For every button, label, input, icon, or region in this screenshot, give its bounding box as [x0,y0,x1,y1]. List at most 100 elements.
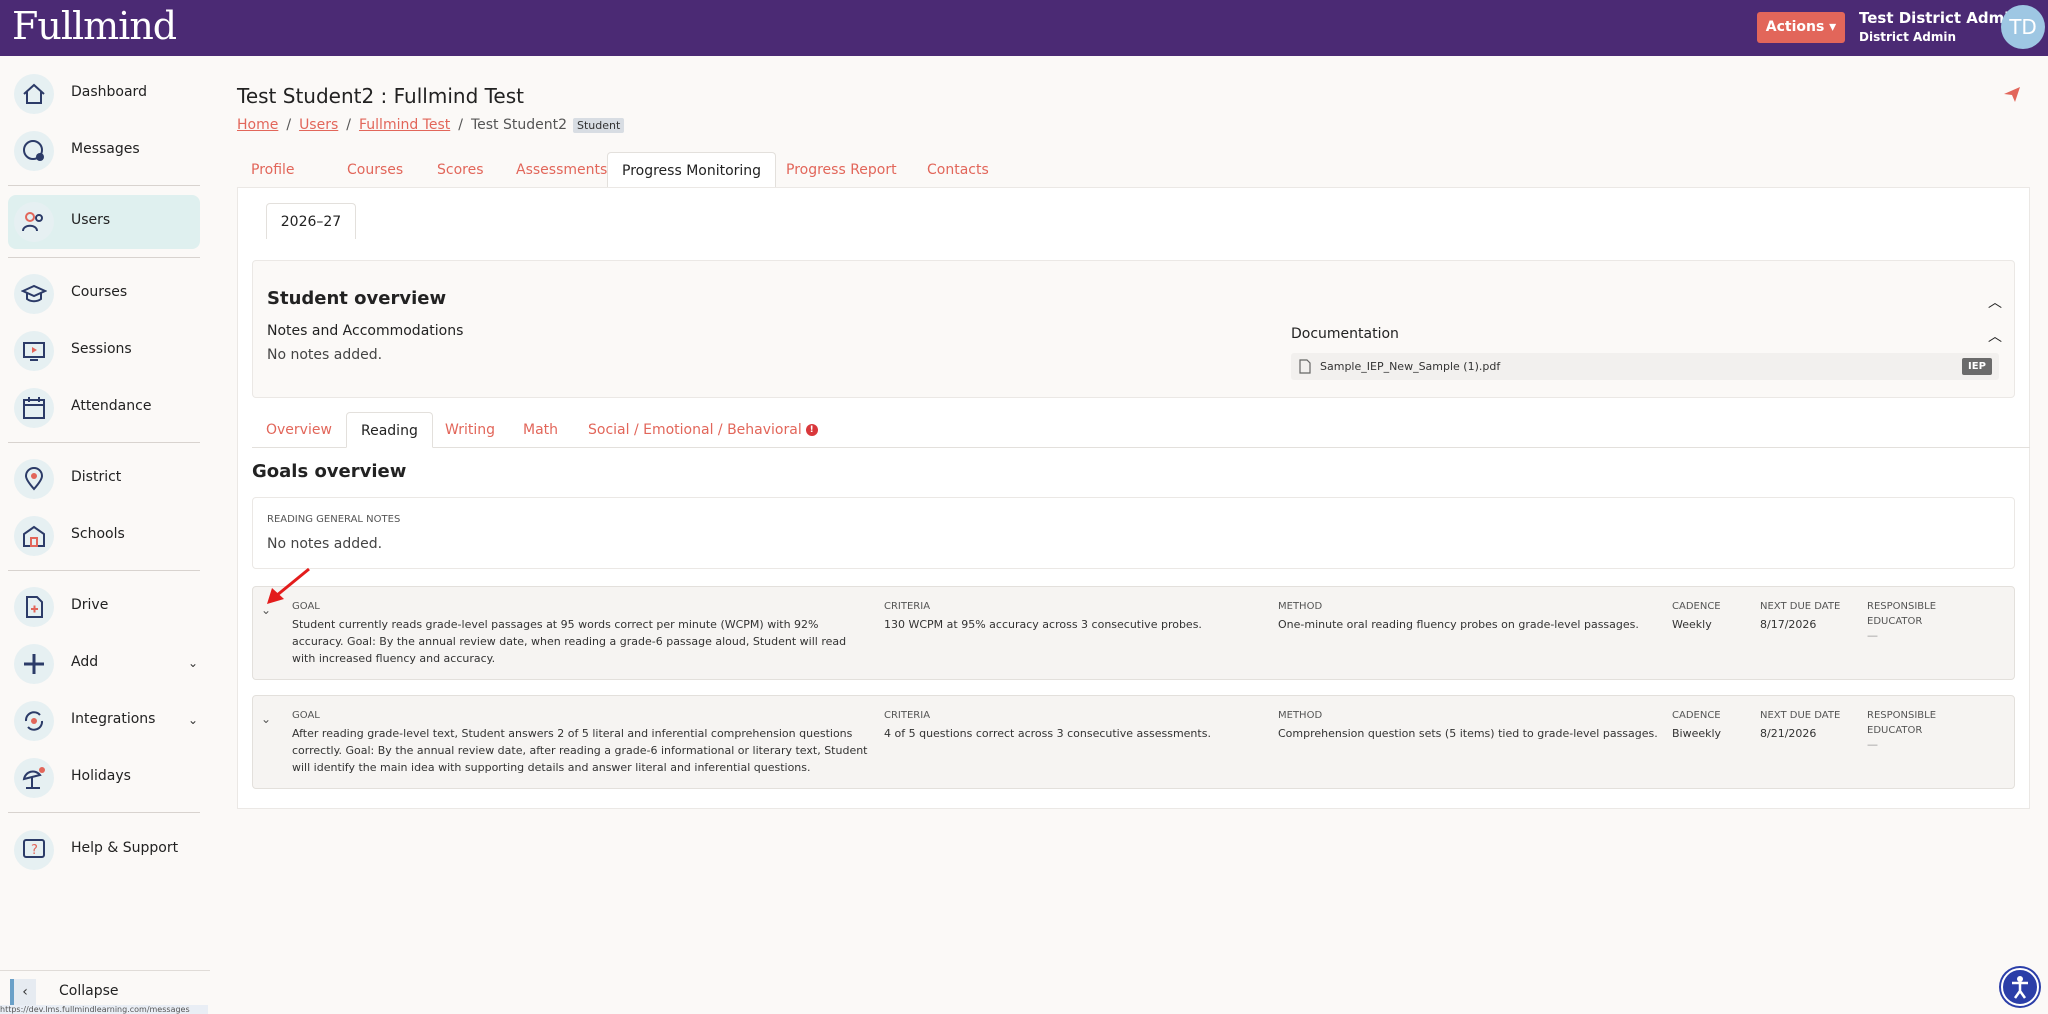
top-bar: Fullmind Actions ▾ Test District Admin D… [0,0,2048,56]
avatar[interactable]: TD [2001,5,2045,49]
cadence-value: Biweekly [1672,727,1722,740]
red-arrow-annotation [264,566,314,612]
drive-icon [14,587,54,627]
next-due-header: NEXT DUE DATE [1760,601,1841,612]
tab-label: Social / Emotional / Behavioral [588,422,802,438]
sidebar-item-courses[interactable]: Courses [8,267,200,321]
criteria-header: CRITERIA [884,601,931,612]
sidebar-item-sessions[interactable]: Sessions [8,324,200,378]
chevron-down-icon[interactable]: ⌄ [188,656,198,670]
next-due-value: 8/17/2026 [1760,618,1817,631]
sidebar-item-label: Schools [71,526,125,542]
sidebar-item-messages[interactable]: Messages [8,124,200,178]
sidebar-item-schools[interactable]: Schools [8,509,200,563]
courses-icon [14,274,54,314]
location-icon [14,459,54,499]
chevron-up-icon[interactable]: ︿ [1988,326,2002,346]
home-icon [14,74,54,114]
method-text: One-minute oral reading fluency probes o… [1278,618,1639,631]
cadence-value: Weekly [1672,618,1712,631]
sidebar-item-label: Messages [71,141,140,157]
accessibility-icon[interactable] [2001,968,2039,1006]
sidebar-item-label: Help & Support [71,840,179,856]
method-header: METHOD [1278,710,1323,721]
page-title: Test Student2 : Fullmind Test [237,84,525,108]
sidebar-divider [8,570,200,571]
method-header: METHOD [1278,601,1323,612]
student-overview-title: Student overview [267,288,447,309]
tab-overview[interactable]: Overview [252,412,346,448]
fullmind-logo[interactable]: Fullmind [12,4,177,48]
criteria-text: 130 WCPM at 95% accuracy across 3 consec… [884,618,1202,631]
sidebar-divider [8,185,200,186]
messages-icon [14,131,54,171]
sidebar-item-integrations[interactable]: Integrations ⌄ [8,694,200,748]
general-notes-label: READING GENERAL NOTES [267,514,401,525]
sidebar-item-holidays[interactable]: Holidays [8,751,200,805]
chevron-down-icon[interactable]: ⌄ [188,713,198,727]
sidebar-item-label: Dashboard [71,84,147,100]
tab-reading[interactable]: Reading [346,412,433,448]
method-text: Comprehension question sets (5 items) ti… [1278,727,1658,740]
collapse-label: Collapse [59,983,119,999]
tab-social-emotional-behavioral[interactable]: Social / Emotional / Behavioral! [574,412,832,448]
document-row[interactable]: Sample_IEP_New_Sample (1).pdf IEP [1291,353,1999,380]
users-icon [14,202,54,242]
breadcrumb-org[interactable]: Fullmind Test [359,117,450,133]
chevron-up-icon[interactable]: ︿ [1988,292,2002,312]
tab-assessments[interactable]: Assessments [502,152,621,188]
tab-contacts[interactable]: Contacts [913,152,1003,188]
breadcrumb-separator: / [346,117,351,133]
sidebar-item-drive[interactable]: Drive [8,580,200,634]
sidebar-item-users[interactable]: Users [8,195,200,249]
tab-progress-report[interactable]: Progress Report [772,152,911,188]
tab-scores[interactable]: Scores [423,152,498,188]
send-icon[interactable] [2003,85,2021,107]
cadence-header: CADENCE [1672,710,1721,721]
responsible-value: — [1867,629,1878,642]
sidebar-item-label: Holidays [71,768,131,784]
next-due-header: NEXT DUE DATE [1760,710,1841,721]
school-icon [14,516,54,556]
sidebar-item-dashboard[interactable]: Dashboard [8,67,200,121]
chevron-left-icon[interactable]: ‹ [10,979,36,1005]
alert-icon: ! [805,424,818,436]
user-name: Test District Admin [1859,9,2021,27]
sidebar-divider [8,812,200,813]
sessions-icon [14,331,54,371]
document-filename[interactable]: Sample_IEP_New_Sample (1).pdf [1320,360,1500,373]
goal-card: ⌄ GOAL After reading grade-level text, S… [252,695,2015,789]
subject-tabs: Overview Reading Writing Math Social / E… [252,412,2030,448]
sidebar-item-attendance[interactable]: Attendance [8,381,200,435]
tab-profile[interactable]: Profile [237,152,309,188]
breadcrumb-separator: / [286,117,292,133]
document-badge: IEP [1962,358,1992,375]
tab-math[interactable]: Math [509,412,572,448]
tab-year[interactable]: 2026–27 [266,203,356,239]
cadence-header: CADENCE [1672,601,1721,612]
sidebar-item-label: District [71,469,122,485]
sidebar-item-district[interactable]: District [8,452,200,506]
responsible-value: — [1867,738,1878,751]
breadcrumb-home[interactable]: Home [237,117,278,133]
goal-text: After reading grade-level text, Student … [292,727,868,774]
sidebar-item-add[interactable]: Add ⌄ [8,637,200,691]
integrations-icon [14,701,54,741]
tab-courses[interactable]: Courses [333,152,417,188]
sidebar-divider [8,442,200,443]
goal-card: ⌄ GOAL Student currently reads grade-lev… [252,586,2015,680]
add-icon [14,644,54,684]
chevron-down-icon[interactable]: ⌄ [261,712,271,726]
tab-progress-monitoring[interactable]: Progress Monitoring [607,152,777,188]
tab-writing[interactable]: Writing [431,412,509,448]
responsible-header: RESPONSIBLE EDUCATOR [1867,601,1937,627]
actions-button[interactable]: Actions ▾ [1757,12,1845,43]
criteria-text: 4 of 5 questions correct across 3 consec… [884,727,1211,740]
sidebar-item-label: Attendance [71,398,152,414]
sidebar-divider [8,257,200,258]
breadcrumb-users[interactable]: Users [299,117,338,133]
svg-text:?: ? [31,843,38,858]
criteria-header: CRITERIA [884,710,931,721]
sidebar-item-label: Integrations [71,711,156,727]
sidebar-item-help[interactable]: ? Help & Support [8,823,200,877]
